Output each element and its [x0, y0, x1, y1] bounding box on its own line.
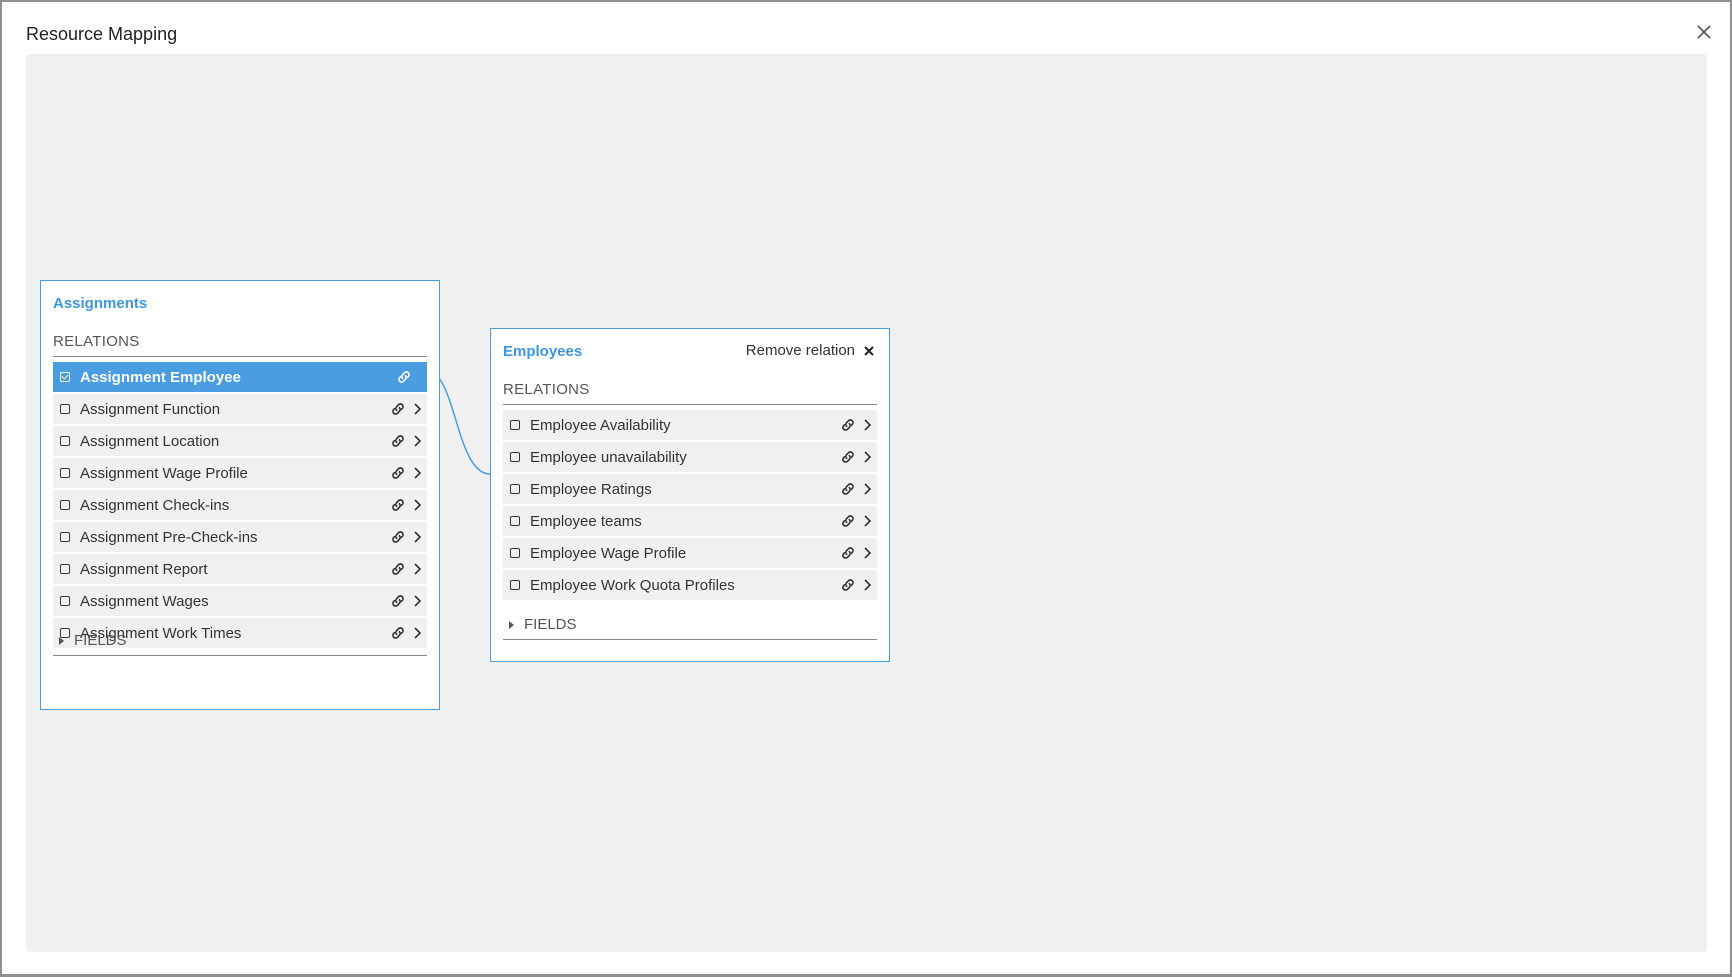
relation-label: Employee unavailability — [530, 448, 687, 466]
relation-row[interactable]: Assignment Check-ins — [53, 490, 427, 520]
chevron-right-icon[interactable] — [413, 434, 423, 448]
chevron-right-icon[interactable] — [863, 482, 873, 496]
relation-label: Assignment Check-ins — [80, 496, 230, 514]
relation-row[interactable]: Assignment Function — [53, 394, 427, 424]
link-icon[interactable] — [389, 528, 407, 546]
relation-label: Employee Work Quota Profiles — [530, 576, 735, 594]
remove-relation-button[interactable]: Remove relation — [746, 342, 875, 359]
link-icon[interactable] — [839, 480, 857, 498]
link-icon[interactable] — [389, 592, 407, 610]
relation-row[interactable]: Employee Work Quota Profiles — [503, 570, 877, 600]
section-divider — [503, 639, 877, 640]
link-icon[interactable] — [389, 432, 407, 450]
relation-row[interactable]: Assignment Wage Profile — [53, 458, 427, 488]
relation-label: Assignment Location — [80, 432, 220, 450]
relation-checkbox[interactable] — [510, 484, 520, 494]
relations-heading: RELATIONS — [53, 333, 140, 350]
relation-checkbox[interactable] — [60, 532, 70, 542]
chevron-right-icon[interactable] — [413, 402, 423, 416]
fields-toggle[interactable]: FIELDS — [503, 616, 577, 633]
close-button[interactable] — [1692, 20, 1716, 44]
chevron-right-icon[interactable] — [413, 626, 423, 640]
link-icon[interactable] — [389, 400, 407, 418]
section-divider — [503, 404, 877, 405]
link-icon[interactable] — [839, 416, 857, 434]
relation-checkbox[interactable] — [60, 596, 70, 606]
chevron-right-icon[interactable] — [413, 530, 423, 544]
relations-list: Employee Availability Employee unavailabi… — [503, 410, 877, 602]
relation-row[interactable]: Assignment Report — [53, 554, 427, 584]
chevron-right-icon[interactable] — [863, 578, 873, 592]
relation-checkbox[interactable] — [510, 548, 520, 558]
entity-title[interactable]: Assignments — [53, 295, 147, 312]
link-icon[interactable] — [839, 448, 857, 466]
relation-row[interactable]: Employee unavailability — [503, 442, 877, 472]
chevron-right-icon[interactable] — [863, 546, 873, 560]
relation-row[interactable]: Employee Wage Profile — [503, 538, 877, 568]
relation-checkbox[interactable] — [60, 500, 70, 510]
remove-relation-label: Remove relation — [745, 342, 855, 359]
close-icon — [864, 345, 874, 356]
chevron-right-icon[interactable] — [413, 466, 423, 480]
fields-toggle[interactable]: FIELDS — [53, 632, 127, 649]
entity-title[interactable]: Employees — [503, 343, 582, 360]
dialog-title: Resource Mapping — [26, 24, 178, 44]
chevron-right-icon[interactable] — [863, 450, 873, 464]
relation-row[interactable]: Employee Ratings — [503, 474, 877, 504]
close-icon — [1697, 25, 1711, 39]
link-icon[interactable] — [389, 624, 407, 642]
relation-checkbox[interactable] — [510, 516, 520, 526]
relation-row[interactable]: Employee teams — [503, 506, 877, 536]
relation-label: Assignment Report — [80, 560, 208, 578]
relation-label: Employee teams — [530, 512, 642, 530]
relation-label: Assignment Function — [80, 400, 221, 418]
relation-label: Employee Ratings — [530, 480, 652, 498]
relations-heading: RELATIONS — [503, 381, 590, 398]
expand-triangle-icon — [509, 620, 514, 629]
link-icon[interactable] — [389, 496, 407, 514]
relation-row[interactable]: Assignment Employee — [53, 362, 427, 392]
relations-list: Assignment Employee Assignment Function As… — [53, 362, 427, 650]
relation-row[interactable]: Assignment Location — [53, 426, 427, 456]
relation-row[interactable]: Assignment Wages — [53, 586, 427, 616]
link-icon[interactable] — [389, 560, 407, 578]
link-icon[interactable] — [839, 576, 857, 594]
link-icon[interactable] — [389, 464, 407, 482]
fields-label: FIELDS — [74, 632, 127, 649]
chevron-right-icon[interactable] — [413, 498, 423, 512]
entity-card-assignments: Assignments RELATIONS Assignment Employe… — [40, 280, 440, 710]
relation-checkbox[interactable] — [60, 436, 70, 446]
relation-row[interactable]: Assignment Pre-Check-ins — [53, 522, 427, 552]
section-divider — [53, 655, 427, 656]
relation-label: Assignment Employee — [80, 368, 241, 386]
relation-label: Assignment Wage Profile — [80, 464, 248, 482]
section-divider — [53, 356, 427, 357]
chevron-right-icon[interactable] — [863, 514, 873, 528]
chevron-right-icon[interactable] — [413, 562, 423, 576]
relation-label: Employee Availability — [530, 416, 671, 434]
link-icon[interactable] — [839, 544, 857, 562]
entity-card-employees: Employees Remove relation RELATIONS Empl… — [490, 328, 890, 662]
relation-checkbox[interactable] — [60, 404, 70, 414]
relation-checkbox[interactable] — [510, 580, 520, 590]
fields-label: FIELDS — [524, 616, 577, 633]
background-text — [185, 966, 605, 977]
link-icon[interactable] — [395, 368, 413, 386]
relation-checkbox[interactable] — [60, 372, 70, 382]
link-icon[interactable] — [839, 512, 857, 530]
chevron-right-icon[interactable] — [863, 418, 873, 432]
chevron-right-icon[interactable] — [413, 594, 423, 608]
relation-checkbox[interactable] — [60, 468, 70, 478]
relation-checkbox[interactable] — [60, 564, 70, 574]
relation-label: Assignment Wages — [80, 592, 209, 610]
expand-triangle-icon — [59, 636, 64, 645]
relation-label: Assignment Pre-Check-ins — [80, 528, 258, 546]
mapping-canvas: Assignments RELATIONS Assignment Employe… — [26, 54, 1707, 952]
resource-mapping-dialog: Resource Mapping Assignments RELATIONS A… — [2, 2, 1730, 974]
relation-checkbox[interactable] — [510, 420, 520, 430]
relation-checkbox[interactable] — [510, 452, 520, 462]
relation-row[interactable]: Employee Availability — [503, 410, 877, 440]
relation-label: Employee Wage Profile — [530, 544, 687, 562]
